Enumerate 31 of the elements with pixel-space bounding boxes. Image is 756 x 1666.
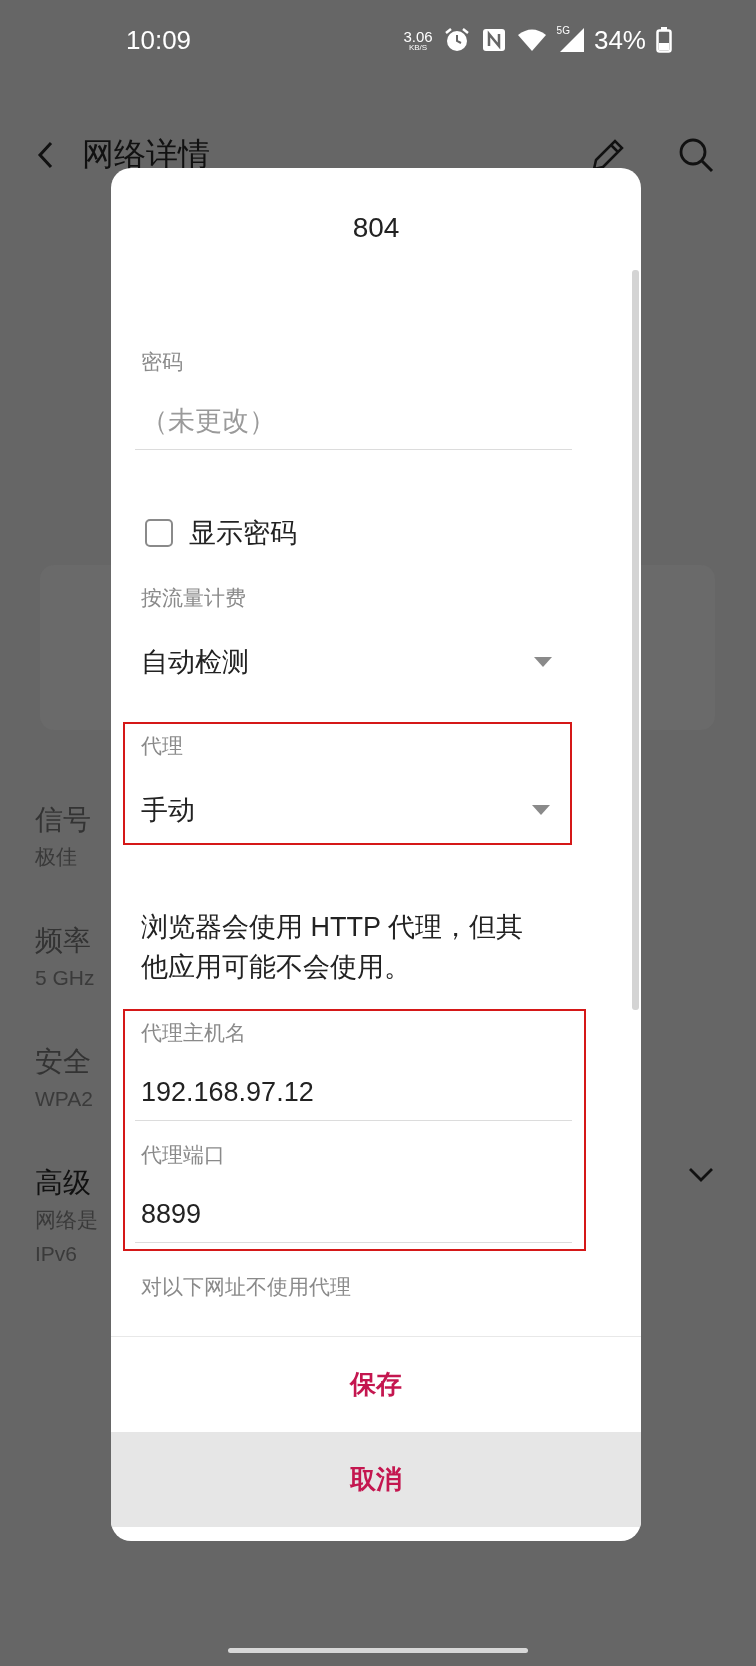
field-label: 代理主机名 [140, 1020, 246, 1046]
page-title: 网络详情 [82, 135, 210, 174]
speed-unit: KB/S [408, 43, 428, 52]
network-speed: 3.06 [403, 28, 433, 44]
dropdown-arrow-icon [532, 805, 550, 815]
battery-level: 34% [593, 24, 646, 56]
port-field[interactable]: 8899 [135, 1187, 572, 1243]
search-icon[interactable] [678, 137, 714, 173]
field-label: 对以下网址不使用代理 [140, 1274, 351, 1300]
clock: 10:09 [126, 24, 192, 56]
dropdown-arrow-icon [534, 657, 552, 667]
scrollbar[interactable] [632, 270, 639, 1010]
password-field[interactable]: （未更改） [135, 394, 572, 450]
battery-icon [656, 27, 672, 53]
section-title: 高级 [35, 1166, 91, 1200]
field-label: 代理端口 [140, 1142, 225, 1168]
dialog-button[interactable]: 取消 [111, 1432, 641, 1527]
checkbox-label[interactable]: 显示密码 [189, 515, 297, 551]
field-label: 代理 [140, 733, 183, 759]
chevron-down-icon[interactable] [688, 1167, 714, 1183]
checkbox[interactable] [145, 519, 173, 547]
field-label: 密码 [140, 349, 183, 375]
field-label: 按流量计费 [140, 585, 246, 611]
dropdown[interactable]: 手动 [135, 783, 570, 837]
hostname-field[interactable]: 192.168.97.12 [135, 1065, 572, 1121]
dialog-title: 804 [352, 212, 400, 244]
network-type: 5G [556, 24, 570, 36]
dropdown[interactable]: 自动检测 [135, 635, 572, 689]
proxy-note: 浏览器会使用 HTTP 代理，但其他应用可能不会使用。 [140, 911, 524, 984]
wifi-icon [516, 28, 547, 52]
nfc-icon [480, 27, 507, 53]
